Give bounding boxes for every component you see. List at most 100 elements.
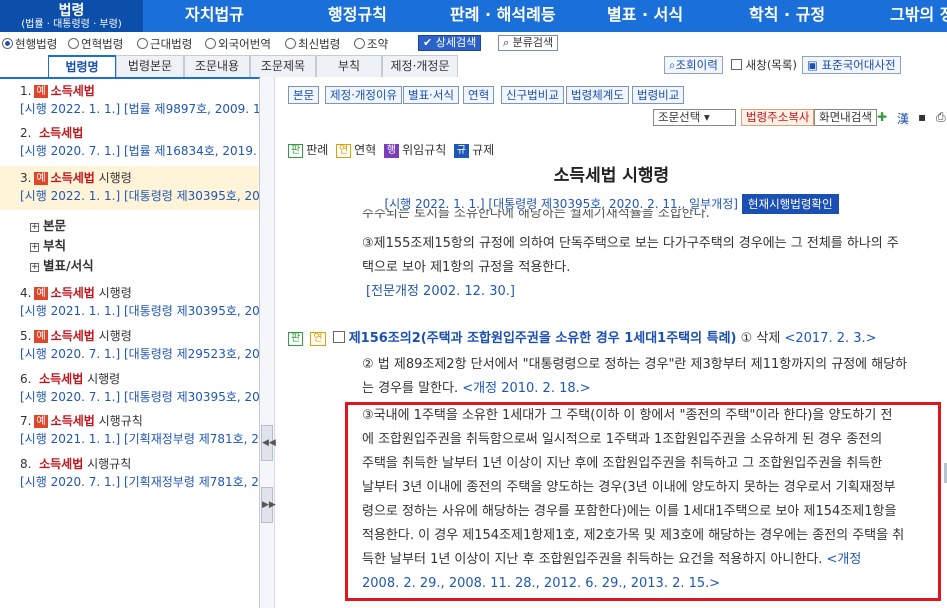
item-number: 3. — [20, 171, 32, 185]
radio-icon — [137, 38, 148, 49]
item-name[interactable]: 소득세법 — [39, 372, 83, 386]
panel-splitter[interactable]: ◀◀ ▶▶ — [260, 77, 276, 608]
tree-label: 부칙 — [43, 238, 67, 253]
item-name[interactable]: 소득세법 — [51, 414, 95, 428]
save-icon[interactable]: ▪ — [918, 110, 926, 124]
item-suffix: 시행규칙 — [94, 414, 143, 428]
item-name[interactable]: 소득세법 — [51, 84, 95, 98]
radio-foreign-translation[interactable]: 외국어번역 — [205, 36, 271, 52]
tab-enactment-amendment[interactable]: 제정·개정문 — [382, 55, 458, 77]
nav-local-regulations[interactable]: 자치법규 — [185, 0, 244, 30]
radio-current-law[interactable]: 현행법령 — [2, 36, 57, 52]
btn-tables[interactable]: 별표·서식 — [403, 86, 459, 104]
btn-history[interactable]: 연혁 — [463, 86, 495, 104]
tab-article-title[interactable]: 조문제목 — [250, 55, 316, 77]
item-name[interactable]: 소득세법 — [51, 329, 95, 343]
history-button[interactable]: ⌕조회이력 — [664, 56, 723, 74]
legend-label: 규제 — [472, 143, 495, 157]
nav-others[interactable]: 그밖의 정 — [890, 0, 947, 30]
radio-label: 외국어번역 — [218, 37, 271, 51]
print-icon[interactable]: ⎙ — [936, 110, 946, 125]
radio-latest-law[interactable]: 최신법령 — [285, 36, 340, 52]
nav-admin-rules[interactable]: 행정규칙 — [328, 0, 387, 30]
amendment-note: [전문개정 2002. 12. 30.] — [366, 284, 515, 299]
paragraph-line: 는 경우를 말한다. — [362, 381, 459, 396]
tab-law-name[interactable]: 법령명 — [48, 55, 116, 77]
tab-article-content[interactable]: 조문내용 — [184, 55, 250, 77]
tab-law-body[interactable]: 법령본문 — [116, 55, 184, 77]
list-item-selected[interactable]: 3. 예 소득세법 시행령 [시행 2022. 1. 1.] [대통령령 제3039… — [0, 166, 260, 210]
paragraph-line: ② 법 제89조제2항 단서에서 "대통령령으로 정하는 경우"란 제3항부터 … — [362, 357, 908, 372]
radio-label: 근대법령 — [150, 37, 193, 51]
tree-body[interactable]: + 본문 — [30, 215, 66, 234]
item-detail: [시행 2022. 1. 1.] [대통령령 제30395호, 2020 — [20, 189, 260, 203]
tree-addenda[interactable]: + 부칙 — [30, 235, 66, 254]
doc-title: 소득세법 시행령 — [553, 166, 670, 186]
result-tabs: 법령명 법령본문 조문내용 조문제목 부칙 제정·개정문 ⌕조회이력 새창(목록… — [0, 55, 947, 77]
article-title[interactable]: 제156조의2(주택과 조합원입주권을 소유한 경우 1세대1주택의 특례) — [349, 331, 737, 346]
search-options-bar: 현행법령 연혁법령 근대법령 외국어번역 최신법령 조약 ✔ 상세검색 ⌕ 분류… — [0, 33, 947, 55]
amendment-note: <2017. 2. 3.> — [784, 331, 877, 346]
collapse-left-icon[interactable]: ◀◀ — [261, 425, 276, 461]
btn-law-hierarchy[interactable]: 법령체계도 — [566, 86, 629, 104]
amendment-note: <개정 2010. 2. 18.> — [462, 381, 591, 396]
item-detail: [시행 2020. 7. 1.] [법률 제16834호, 2019. 12 — [20, 144, 260, 158]
article-checkbox[interactable] — [332, 331, 345, 343]
list-item[interactable]: 2. 소득세법 [시행 2020. 7. 1.] [법률 제16834호, 20… — [0, 124, 260, 160]
item-suffix: 시행령 — [94, 329, 132, 343]
nav-precedents[interactable]: 판례 · 해석례등 — [450, 0, 556, 30]
expand-right-icon[interactable]: ▶▶ — [261, 487, 276, 523]
list-item[interactable]: 7. 예 소득세법 시행규칙 [시행 2021. 1. 1.] [기획재정부령 제7… — [0, 412, 259, 448]
ye-badge: 예 — [34, 172, 48, 185]
btn-body[interactable]: 본문 — [288, 86, 320, 104]
item-number: 7. — [20, 414, 32, 428]
new-window-checkbox[interactable]: 새창(목록) — [731, 57, 797, 73]
star-add-icon[interactable]: ✚ — [877, 110, 887, 124]
list-item[interactable]: 6. 소득세법 시행령 [시행 2020. 7. 1.] [대통령령 제3039… — [0, 370, 259, 406]
tab-addenda[interactable]: 부칙 — [316, 55, 382, 77]
item-name[interactable]: 소득세법 — [51, 286, 95, 300]
radio-treaty[interactable]: 조약 — [354, 36, 388, 52]
tree-tables[interactable]: + 별표/서식 — [30, 255, 94, 274]
item-suffix: 시행령 — [94, 286, 132, 300]
detail-search-button[interactable]: ✔ 상세검색 — [418, 35, 482, 51]
article-select[interactable]: 조문선택 ▾ — [653, 109, 736, 126]
dictionary-icon: ▣ — [807, 58, 818, 72]
nav-law-tab[interactable]: 법령 (법률 · 대통령령 · 부령) — [0, 0, 143, 32]
list-item[interactable]: 4. 예 소득세법 시행령 [시행 2021. 1. 1.] [대통령령 제3039… — [0, 284, 259, 320]
history-badge-icon[interactable]: 연 — [310, 332, 326, 346]
tree-label: 본문 — [43, 218, 67, 233]
category-search-button[interactable]: ⌕ 분류검색 — [498, 35, 559, 51]
article-select-value: 조문선택 — [658, 110, 701, 124]
hanja-icon[interactable]: 漢 — [897, 110, 909, 127]
copy-address-button[interactable]: 법령주소복사 — [741, 109, 815, 126]
paragraph-3: ③제155조제15항의 규정에 의하여 단독주택으로 보는 다가구주택의 경우에… — [362, 232, 932, 304]
precedent-badge-icon[interactable]: 판 — [288, 332, 304, 346]
new-window-label: 새창(목록) — [745, 58, 797, 72]
item-detail: [시행 2021. 1. 1.] [기획재정부령 제781호, 2 — [20, 432, 259, 446]
item-name[interactable]: 소득세법 — [39, 126, 83, 140]
article-deleted-text: ① 삭제 — [740, 331, 781, 346]
radio-label: 최신법령 — [298, 37, 341, 51]
list-item[interactable]: 8. 소득세법 시행규칙 [시행 2020. 7. 1.] [기획재정부령 제7… — [0, 455, 259, 491]
item-name[interactable]: 소득세법 — [51, 171, 95, 185]
btn-compare-old-new[interactable]: 신구법비교 — [501, 86, 564, 104]
item-number: 4. — [20, 286, 32, 300]
expand-icon: + — [30, 262, 39, 272]
list-item[interactable]: 1. 예 소득세법 [시행 2022. 1. 1.] [법률 제9897호, 200… — [0, 82, 259, 118]
btn-law-compare[interactable]: 법령비교 — [632, 86, 685, 104]
item-number: 6. — [20, 372, 32, 386]
radio-modern-law[interactable]: 근대법령 — [137, 36, 192, 52]
dictionary-button[interactable]: ▣ 표준국어대사전 — [802, 56, 901, 74]
nav-tables-forms[interactable]: 별표 · 서식 — [607, 0, 683, 30]
dictionary-label: 표준국어대사전 — [821, 58, 896, 72]
checkbox-icon — [731, 59, 742, 70]
btn-reason[interactable]: 제정·개정이유 — [325, 86, 403, 104]
radio-label: 조약 — [367, 37, 389, 51]
list-item[interactable]: 5. 예 소득세법 시행령 [시행 2020. 7. 1.] [대통령령 제2952… — [0, 327, 259, 363]
item-name[interactable]: 소득세법 — [39, 457, 83, 471]
radio-history-law[interactable]: 연혁법령 — [68, 36, 123, 52]
in-screen-search-button[interactable]: 화면내검색 — [814, 109, 877, 126]
ye-badge: 예 — [34, 330, 48, 343]
nav-school-rules[interactable]: 학칙 · 규정 — [749, 0, 825, 30]
